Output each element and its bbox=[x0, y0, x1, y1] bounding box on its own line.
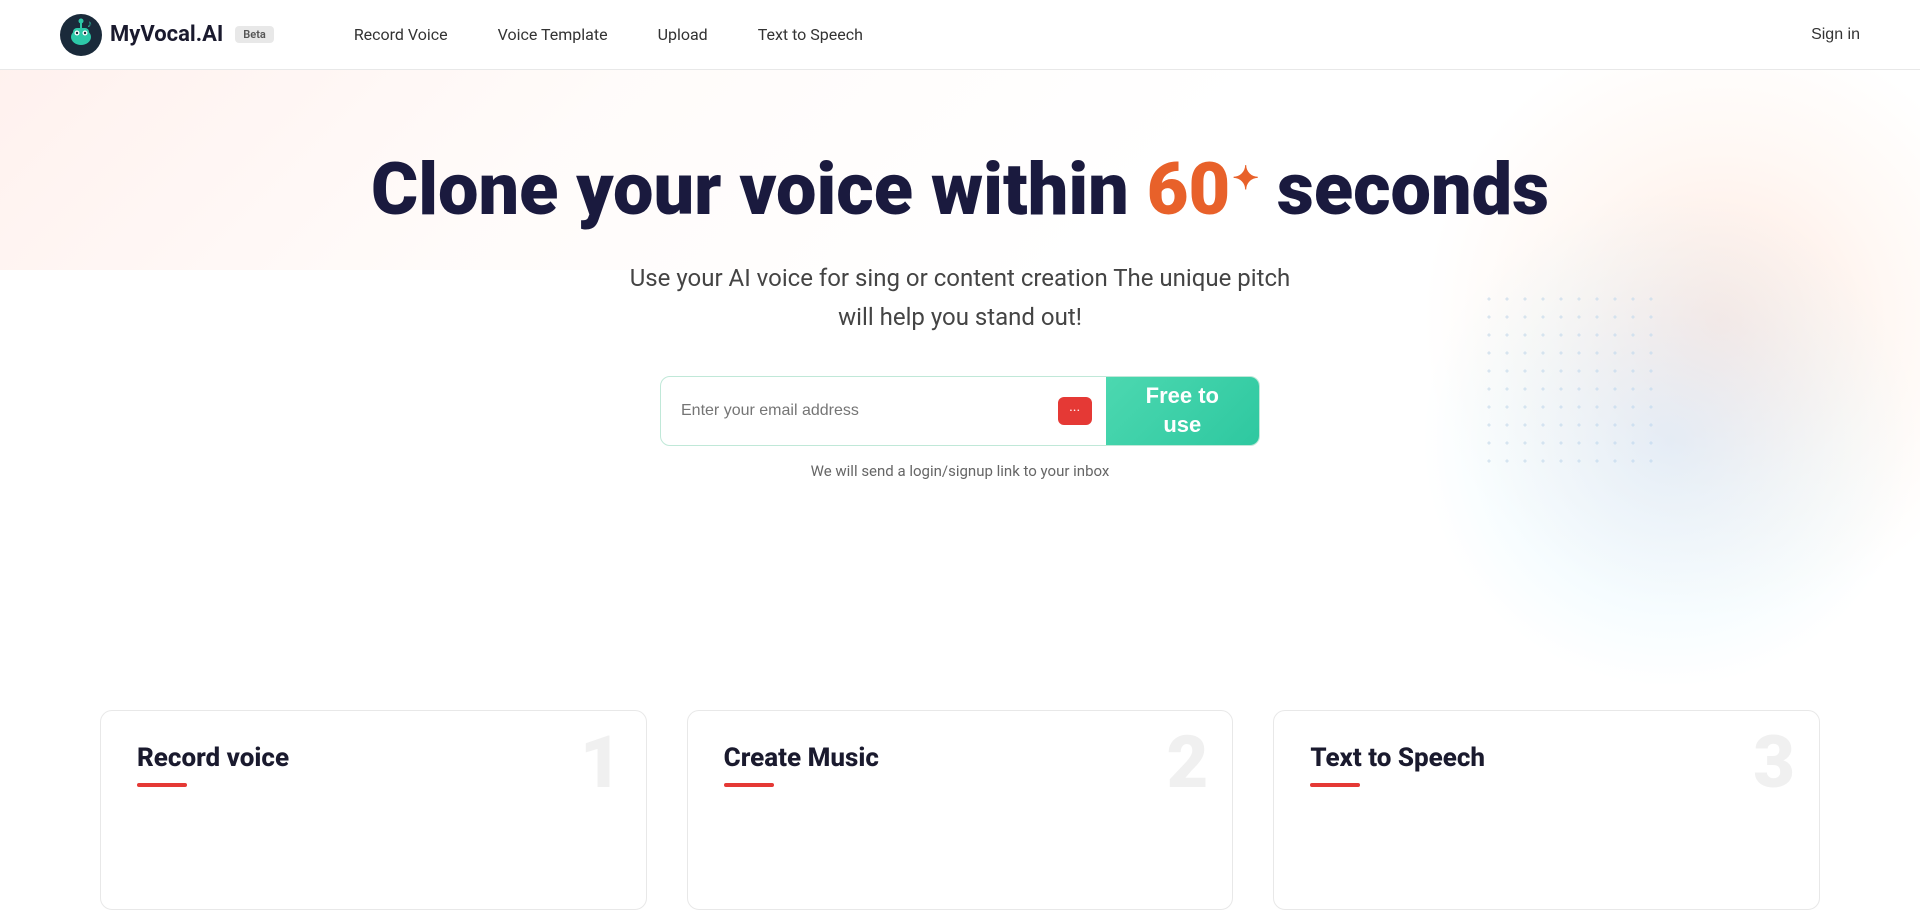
nav-text-to-speech[interactable]: Text to Speech bbox=[758, 25, 863, 44]
dots-pattern bbox=[1480, 290, 1660, 470]
hero-section: Clone your voice within 60✦ seconds Use … bbox=[0, 70, 1920, 690]
nav-voice-template[interactable]: Voice Template bbox=[498, 25, 608, 44]
hero-title: Clone your voice within 60✦ seconds bbox=[371, 150, 1549, 229]
nav-record-voice[interactable]: Record Voice bbox=[354, 25, 448, 44]
feature-card-create-music[interactable]: 2 Create Music bbox=[687, 710, 1234, 910]
feature-underline-3 bbox=[1310, 783, 1360, 787]
feature-number-1: 1 bbox=[580, 727, 622, 799]
feature-card-text-to-speech[interactable]: 3 Text to Speech bbox=[1273, 710, 1820, 910]
feature-number-2: 2 bbox=[1167, 727, 1209, 799]
feature-title-2: Create Music bbox=[724, 743, 1197, 773]
navbar: ♪ MyVocal.AI Beta Record Voice Voice Tem… bbox=[0, 0, 1920, 70]
feature-title-1: Record voice bbox=[137, 743, 610, 773]
svg-text:♪: ♪ bbox=[87, 19, 92, 30]
email-icon-box: ··· bbox=[1044, 377, 1106, 445]
feature-card-record-voice[interactable]: 1 Record voice bbox=[100, 710, 647, 910]
nav-upload[interactable]: Upload bbox=[658, 25, 708, 44]
logo-icon: ♪ bbox=[60, 14, 102, 56]
hero-title-number: 60 bbox=[1147, 147, 1230, 232]
email-form: ··· Free to use bbox=[660, 376, 1260, 446]
feature-title-3: Text to Speech bbox=[1310, 743, 1783, 773]
email-dots-icon: ··· bbox=[1069, 403, 1080, 419]
logo-text: MyVocal.AI bbox=[110, 22, 223, 47]
features-row: 1 Record voice 2 Create Music 3 Text to … bbox=[0, 690, 1920, 910]
hero-sparkle: ✦ bbox=[1232, 161, 1259, 196]
nav-links: Record Voice Voice Template Upload Text … bbox=[354, 25, 1811, 44]
logo-area[interactable]: ♪ MyVocal.AI Beta bbox=[60, 14, 274, 56]
free-btn-line2: use bbox=[1163, 412, 1201, 437]
sign-in-button[interactable]: Sign in bbox=[1811, 26, 1860, 44]
hero-subtitle: Use your AI voice for sing or content cr… bbox=[620, 259, 1300, 336]
free-to-use-button[interactable]: Free to use bbox=[1106, 377, 1259, 445]
feature-number-3: 3 bbox=[1753, 727, 1795, 799]
hero-title-end: seconds bbox=[1259, 147, 1549, 232]
feature-underline-1 bbox=[137, 783, 187, 787]
email-input[interactable] bbox=[661, 377, 1044, 445]
email-icon: ··· bbox=[1058, 397, 1092, 425]
helper-text: We will send a login/signup link to your… bbox=[811, 462, 1110, 480]
feature-underline-2 bbox=[724, 783, 774, 787]
beta-badge: Beta bbox=[235, 26, 274, 43]
hero-title-start: Clone your voice within bbox=[371, 147, 1147, 232]
free-btn-line1: Free to bbox=[1146, 383, 1219, 408]
